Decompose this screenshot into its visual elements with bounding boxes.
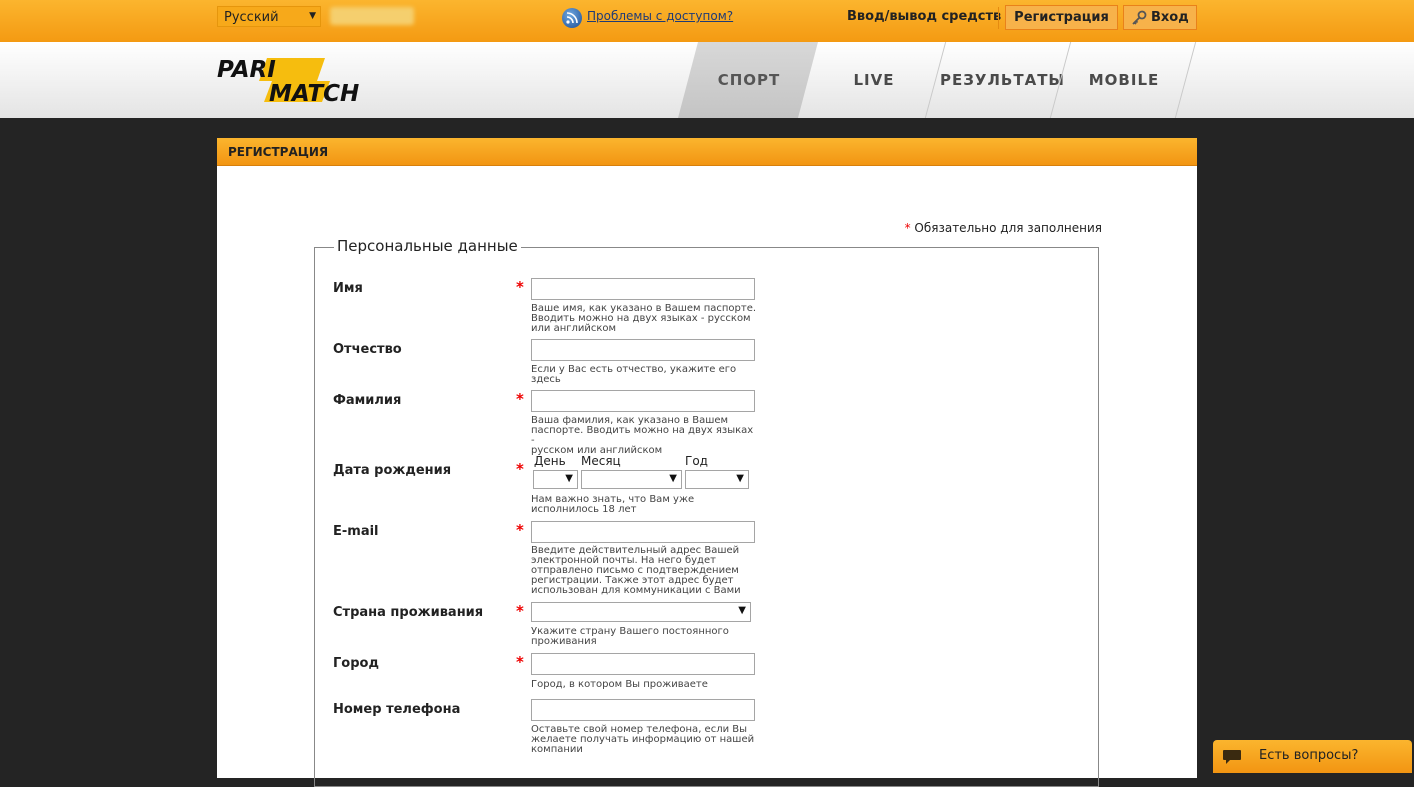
phone-input[interactable] [531, 699, 755, 721]
phone-hint: Оставьте свой номер телефона, если Вы жел… [531, 724, 755, 755]
email-label: E-mail [333, 524, 379, 539]
first-name-label: Имя [333, 281, 363, 296]
required-star: * [516, 521, 524, 539]
last-name-label: Фамилия [333, 393, 402, 408]
year-label: Год [685, 454, 708, 468]
country-hint: Укажите страну Вашего постоянного прожива… [531, 626, 729, 647]
month-label: Месяц [581, 454, 621, 468]
day-label: День [534, 454, 566, 468]
patronymic-input[interactable] [531, 339, 755, 361]
chat-widget[interactable]: Есть вопросы? [1213, 740, 1412, 773]
city-label: Город [333, 656, 379, 671]
logo-text-pari: PARI [217, 57, 276, 83]
deposit-withdraw-link[interactable]: Ввод/вывод средств [847, 9, 1001, 24]
year-select[interactable]: ▼ [685, 470, 749, 489]
first-name-hint: Ваше имя, как указано в Вашем паспорте. В… [531, 303, 757, 334]
login-button[interactable]: Вход [1123, 5, 1197, 30]
blurred-phone-number [330, 7, 414, 25]
nav-sport[interactable]: СПОРТ [690, 42, 808, 118]
chevron-down-icon: ▼ [565, 473, 573, 484]
register-button[interactable]: Регистрация [1005, 5, 1118, 30]
month-select[interactable]: ▼ [581, 470, 682, 489]
required-note: * Обязательно для заполнения [905, 221, 1102, 235]
top-divider [998, 7, 999, 29]
nav-live[interactable]: LIVE [820, 42, 928, 118]
day-select[interactable]: ▼ [533, 470, 578, 489]
language-select[interactable]: Русский ▼ [217, 6, 321, 27]
logo-text-match: MATCH [269, 81, 359, 105]
email-hint: Введите действительный адрес Вашей электр… [531, 545, 741, 596]
section-title: Персональные данные [334, 237, 521, 255]
phone-label: Номер телефона [333, 702, 461, 717]
last-name-input[interactable] [531, 390, 755, 412]
country-label: Страна проживания [333, 605, 484, 620]
chat-label: Есть вопросы? [1259, 748, 1359, 763]
chevron-down-icon: ▼ [738, 605, 746, 616]
chevron-down-icon: ▼ [669, 473, 677, 484]
key-icon [1131, 10, 1147, 34]
first-name-input[interactable] [531, 278, 755, 300]
city-input[interactable] [531, 653, 755, 675]
email-input[interactable] [531, 521, 755, 543]
patronymic-hint: Если у Вас есть отчество, укажите его зде… [531, 364, 737, 385]
chevron-down-icon: ▼ [736, 473, 744, 484]
access-problems-link[interactable]: Проблемы с доступом? [587, 9, 733, 23]
required-star: * [516, 278, 524, 296]
city-hint: Город, в котором Вы проживаете [531, 679, 708, 690]
country-select[interactable]: ▼ [531, 602, 751, 622]
parimatch-logo[interactable]: PARI MATCH [217, 55, 407, 109]
language-label: Русский [224, 10, 279, 25]
required-star: * [516, 390, 524, 408]
required-star: * [516, 653, 524, 671]
rss-icon[interactable] [562, 8, 582, 28]
required-star: * [516, 460, 524, 478]
chevron-down-icon: ▼ [309, 11, 316, 21]
registration-panel: РЕГИСТРАЦИЯ * Обязательно для заполнения… [217, 138, 1197, 787]
birth-date-label: Дата рождения [333, 463, 452, 478]
chat-bubble-icon [1222, 749, 1242, 769]
last-name-hint: Ваша фамилия, как указано в Вашем паспорт… [531, 415, 754, 456]
nav-results[interactable]: РЕЗУЛЬТАТЫ [940, 42, 1064, 118]
panel-title: РЕГИСТРАЦИЯ [217, 138, 1197, 166]
birth-date-hint: Нам важно знать, что Вам уже исполнилось … [531, 494, 695, 515]
required-note-text: Обязательно для заполнения [914, 221, 1102, 235]
patronymic-label: Отчество [333, 342, 402, 357]
login-label: Вход [1151, 10, 1189, 25]
nav-mobile[interactable]: MOBILE [1068, 42, 1180, 118]
required-star: * [516, 602, 524, 620]
required-star: * [904, 221, 911, 235]
